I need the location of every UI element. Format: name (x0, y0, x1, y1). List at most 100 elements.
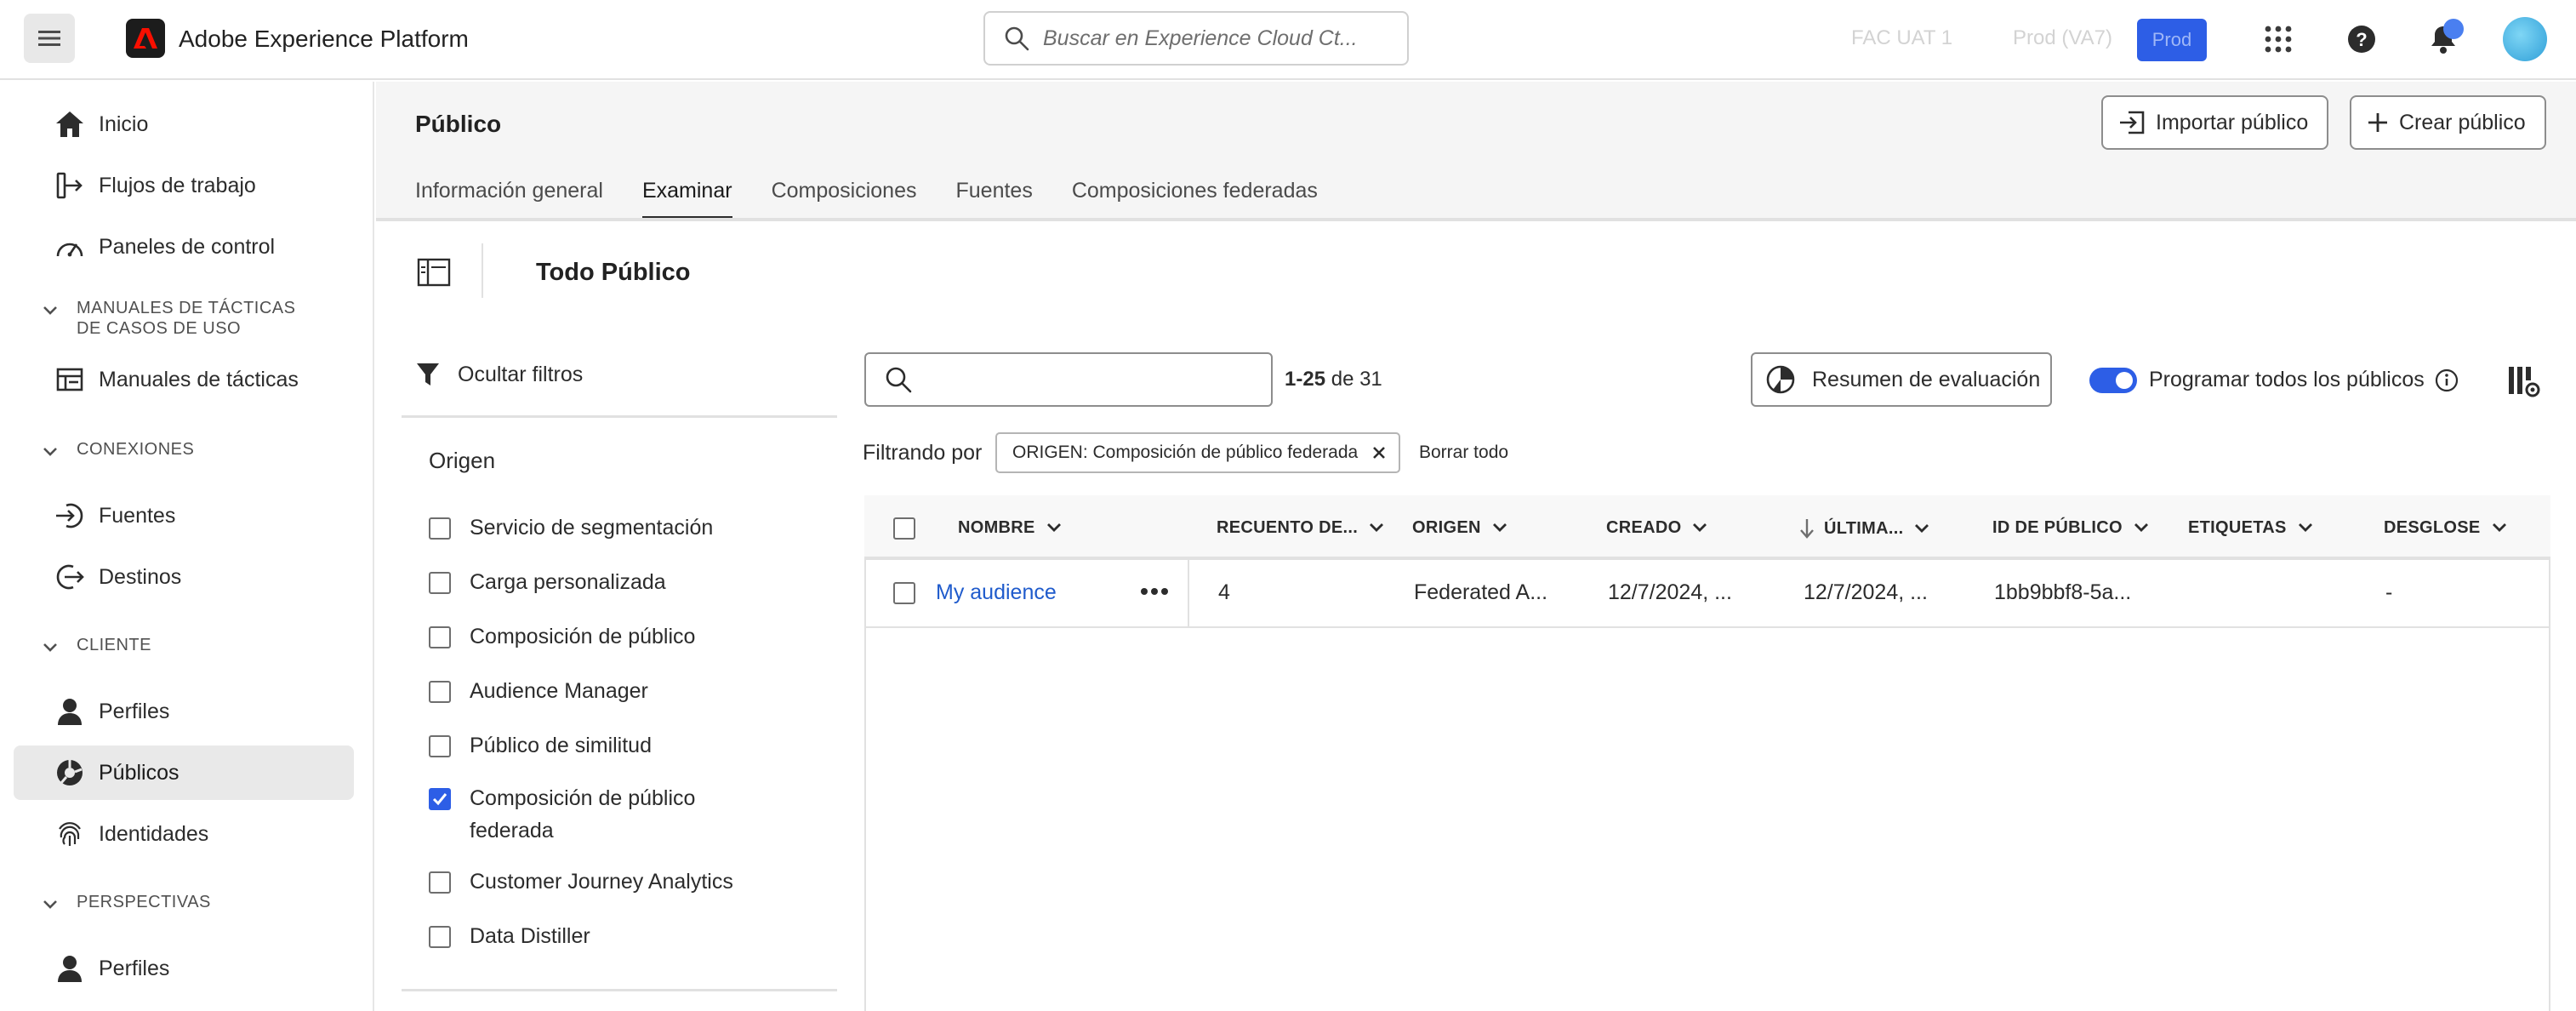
filter-option[interactable]: Servicio de segmentación (429, 516, 713, 544)
tab-composiciones-federadas[interactable]: Composiciones federadas (1072, 174, 1318, 220)
section-customer[interactable]: CLIENTE (37, 635, 151, 660)
column-header-etiquetas[interactable]: ETIQUETAS (2188, 517, 2316, 538)
info-icon[interactable] (2435, 368, 2459, 392)
section-label: CLIENTE (77, 636, 151, 654)
column-header-creado[interactable]: CREADO (1606, 517, 1710, 538)
checkbox[interactable] (429, 926, 451, 948)
user-avatar[interactable] (2503, 17, 2547, 61)
header-divider (482, 243, 483, 298)
filtering-by-label: Filtrando por (863, 441, 983, 465)
filter-option[interactable]: Composición de público (429, 625, 695, 653)
checkbox-checked[interactable] (429, 788, 451, 810)
sidebar-item-label: Destinos (99, 564, 182, 589)
sidebar-item-fuentes[interactable]: Fuentes (14, 488, 354, 543)
section-insights[interactable]: PERSPECTIVAS (37, 892, 211, 917)
checkmark-icon (432, 793, 447, 806)
notifications-button[interactable] (2423, 19, 2464, 60)
app-switcher-button[interactable] (2258, 19, 2299, 60)
panel-toggle-icon[interactable] (417, 257, 451, 288)
help-icon: ? (2348, 26, 2375, 53)
column-header-origen[interactable]: ORIGEN (1412, 517, 1510, 538)
sidebar-item-label: Perfiles (99, 699, 170, 723)
tab-examinar[interactable]: Examinar (641, 174, 732, 220)
sandbox-badge[interactable]: Prod (2137, 19, 2207, 61)
tab-fuentes[interactable]: Fuentes (955, 174, 1032, 220)
app-title[interactable]: Adobe Experience Platform (179, 26, 469, 53)
section-label: PERSPECTIVAS (77, 893, 211, 911)
clear-all-button[interactable]: Borrar todo (1419, 443, 1508, 463)
sidebar-item-flujos[interactable]: Flujos de trabajo (14, 158, 354, 213)
sandbox-switcher[interactable]: Prod (VA7) (2013, 26, 2112, 50)
chevron-down-icon (2298, 523, 2312, 532)
sidebar-item-perfiles-insights[interactable]: Perfiles (14, 941, 354, 996)
close-icon[interactable] (1371, 445, 1387, 460)
section-connections[interactable]: CONEXIONES (37, 439, 194, 465)
filter-option-label: Audience Manager (470, 679, 648, 703)
search-icon (1005, 26, 1029, 51)
filter-option-checked[interactable]: Composición de público federada (429, 786, 725, 847)
hamburger-menu-button[interactable] (24, 14, 75, 63)
checkbox[interactable] (429, 735, 451, 757)
schedule-all-toggle[interactable] (2089, 368, 2137, 393)
chevron-down-icon (43, 306, 57, 315)
column-header-ultima[interactable]: ÚLTIMA... (1798, 517, 1932, 540)
sidebar-item-destinos[interactable]: Destinos (14, 550, 354, 604)
audience-icon (53, 756, 87, 790)
chevron-down-icon (2134, 523, 2148, 532)
evaluation-summary-button[interactable]: Resumen de evaluación (1751, 352, 2053, 407)
create-audience-button[interactable]: Crear público (2350, 95, 2546, 150)
column-header-recuento[interactable]: RECUENTO DE... (1217, 517, 1387, 538)
active-filter-chip[interactable]: ORIGEN: Composición de público federada (995, 432, 1401, 473)
chevron-down-icon (1370, 523, 1384, 532)
checkbox[interactable] (429, 871, 451, 894)
filter-option-label: Servicio de segmentación (470, 516, 714, 540)
column-header-nombre[interactable]: NOMBRE (958, 517, 1064, 538)
more-actions-icon[interactable] (1140, 587, 1169, 596)
sidebar-item-publicos[interactable]: Públicos (14, 745, 354, 800)
adobe-logo[interactable] (126, 19, 165, 58)
checkbox[interactable] (429, 681, 451, 703)
chevron-down-icon (2492, 523, 2506, 532)
checkbox[interactable] (429, 626, 451, 648)
column-header-desglose[interactable]: DESGLOSE (2384, 517, 2510, 538)
audience-search-input[interactable] (864, 352, 1273, 407)
tab-informacion-general[interactable]: Información general (415, 174, 603, 220)
sidebar-item-identidades[interactable]: Identidades (14, 807, 354, 861)
tab-composiciones[interactable]: Composiciones (772, 174, 917, 220)
checkbox[interactable] (429, 517, 451, 540)
filter-option[interactable]: Carga personalizada (429, 570, 666, 598)
global-search-input[interactable]: Buscar en Experience Cloud Ct... (983, 11, 1409, 66)
sidebar-item-perfiles[interactable]: Perfiles (14, 684, 354, 739)
dashboard-icon (53, 230, 87, 264)
column-header-id[interactable]: ID DE PÚBLICO (1992, 517, 2151, 538)
audience-name-link[interactable]: My audience (936, 580, 1057, 605)
column-header-label: ORIGEN (1412, 517, 1481, 537)
page-title: Público (415, 111, 502, 137)
sidebar-item-inicio[interactable]: Inicio (14, 97, 354, 151)
section-playbooks[interactable]: MANUALES DE TÁCTICAS DE CASOS DE USO (37, 298, 315, 339)
checkbox[interactable] (429, 572, 451, 594)
filters-bottom-divider (402, 989, 837, 991)
filter-option[interactable]: Audience Manager (429, 679, 648, 707)
filter-option-label: Composición de público federada (470, 786, 696, 842)
column-header-label: ID DE PÚBLICO (1992, 517, 2123, 537)
filter-chip-label: ORIGEN: Composición de público federada (1012, 443, 1359, 462)
sidebar-item-paneles[interactable]: Paneles de control (14, 220, 354, 274)
cell-breakdown: - (2385, 580, 2393, 604)
import-audience-button[interactable]: Importar público (2101, 95, 2329, 150)
row-checkbox[interactable] (893, 582, 915, 604)
filter-option[interactable]: Data Distiller (429, 924, 590, 952)
help-button[interactable]: ? (2341, 19, 2382, 60)
sidebar-item-label: Públicos (99, 760, 180, 785)
hide-filters-button[interactable]: Ocultar filtros (415, 361, 583, 388)
select-all-checkbox[interactable] (893, 517, 915, 540)
filter-option[interactable]: Customer Journey Analytics (429, 870, 733, 898)
org-switcher[interactable]: FAC UAT 1 (1851, 26, 1952, 50)
sidebar-item-manuales[interactable]: Manuales de tácticas (14, 352, 354, 407)
filter-option[interactable]: Público de similitud (429, 734, 652, 762)
chevron-down-icon (43, 448, 57, 456)
chevron-down-icon (1915, 524, 1929, 533)
user-icon (53, 694, 87, 728)
column-settings-icon[interactable] (2506, 364, 2540, 398)
table-row[interactable]: My audience 4 Federated A... 12/7/2024, … (864, 558, 2550, 628)
